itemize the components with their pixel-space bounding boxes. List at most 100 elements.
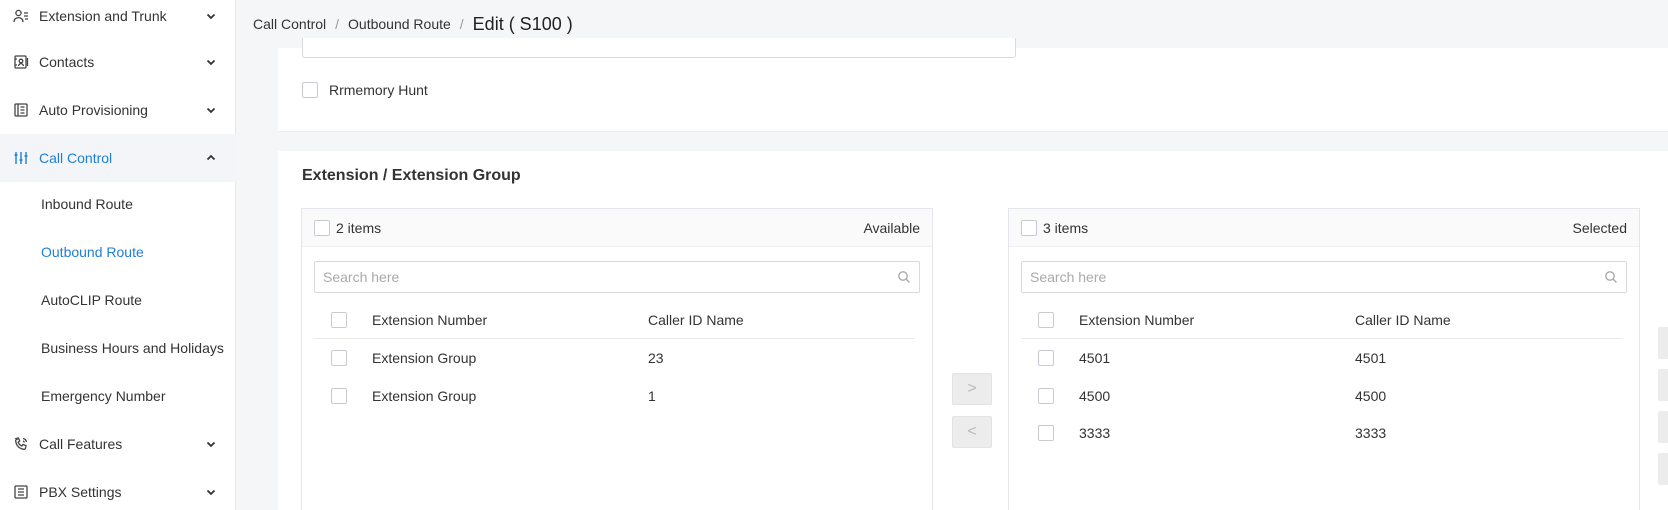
chevron-down-icon (206, 489, 216, 496)
selected-count: 3 items (1043, 219, 1089, 236)
sort-button-partial[interactable] (1658, 453, 1668, 485)
selected-label: Selected (1572, 220, 1627, 236)
row-caller-id-name: 1 (648, 388, 656, 404)
row-checkbox[interactable] (1038, 350, 1054, 366)
available-label: Available (863, 220, 920, 236)
route-settings-card: Rrmemory Hunt (278, 38, 1668, 132)
available-table-header: Extension Number Caller ID Name (314, 301, 915, 339)
search-placeholder: Search here (323, 269, 400, 285)
auto-provisioning-icon (12, 101, 30, 119)
breadcrumb-call-control[interactable]: Call Control (253, 16, 326, 32)
nav-auto-provisioning[interactable]: Auto Provisioning (0, 86, 236, 134)
selected-list-header: 3 items Selected (1009, 209, 1639, 247)
sub-item-label: Inbound Route (41, 196, 133, 212)
row-checkbox[interactable] (1038, 425, 1054, 441)
available-count: 2 items (336, 219, 382, 236)
row-extension-number: 4501 (1079, 350, 1111, 366)
row-extension-number: 4500 (1079, 388, 1111, 404)
call-control-icon (12, 149, 30, 167)
selected-header-checkbox[interactable] (1038, 312, 1054, 328)
row-caller-id-name: 23 (648, 350, 664, 366)
contacts-icon (12, 53, 30, 71)
pbx-settings-icon (12, 483, 30, 501)
row-checkbox[interactable] (331, 350, 347, 366)
rrmemory-hunt-label: Rrmemory Hunt (329, 82, 428, 98)
sort-button-partial[interactable] (1658, 411, 1668, 443)
sub-item-label: AutoCLIP Route (41, 292, 142, 308)
sub-item-label: Outbound Route (41, 244, 144, 260)
sub-item-emergency-number[interactable]: Emergency Number (0, 372, 236, 420)
sort-button-partial[interactable] (1658, 327, 1668, 359)
chevron-down-icon (206, 441, 216, 448)
selected-search-input[interactable]: Search here (1021, 261, 1627, 293)
sub-item-autoclip-route[interactable]: AutoCLIP Route (0, 276, 236, 324)
selected-list-panel: 3 items Selected Search here Extension N… (1008, 208, 1640, 510)
selected-select-all-checkbox[interactable] (1021, 219, 1037, 236)
row-extension-number: Extension Group (372, 388, 477, 404)
chevron-down-icon (206, 107, 216, 114)
section-title: Extension / Extension Group (302, 167, 521, 184)
sub-item-label: Emergency Number (41, 388, 166, 404)
nav-label: Call Control (39, 150, 113, 166)
main-content: Rrmemory Hunt Extension / Extension Grou… (236, 38, 1668, 510)
sub-item-business-hours[interactable]: Business Hours and Holidays (0, 324, 236, 372)
available-header-checkbox[interactable] (331, 312, 347, 328)
row-extension-number: 3333 (1079, 425, 1111, 441)
table-row[interactable]: Extension Group 1 (314, 377, 915, 415)
call-features-icon (12, 435, 30, 453)
chevron-right-icon: > (967, 380, 977, 397)
selected-table-header: Extension Number Caller ID Name (1021, 301, 1622, 339)
sidebar: Extension and Trunk Contacts Auto Provis… (0, 0, 236, 510)
chevron-down-icon (206, 59, 216, 66)
sub-item-label: Business Hours and Holidays (41, 340, 224, 356)
page-title: Edit ( S100 ) (472, 13, 573, 34)
nav-label: Extension and Trunk (39, 8, 167, 24)
nav-extension-and-trunk[interactable]: Extension and Trunk (0, 0, 236, 40)
nav-call-features[interactable]: Call Features (0, 420, 236, 468)
available-select-all-checkbox[interactable] (314, 219, 330, 236)
nav-label: Contacts (39, 54, 95, 70)
search-icon (1605, 271, 1617, 283)
available-search-input[interactable]: Search here (314, 261, 920, 293)
available-list-header: 2 items Available (302, 209, 932, 247)
column-extension-number: Extension Number (372, 312, 488, 328)
sort-button-partial[interactable] (1658, 369, 1668, 401)
row-checkbox[interactable] (331, 388, 347, 404)
nav-label: PBX Settings (39, 484, 122, 500)
table-row[interactable]: 3333 3333 (1021, 414, 1622, 452)
row-extension-number: Extension Group (372, 350, 477, 366)
breadcrumb-separator: / (335, 16, 340, 32)
chevron-left-icon: < (967, 423, 977, 440)
sub-item-inbound-route[interactable]: Inbound Route (0, 180, 236, 228)
sub-item-outbound-route[interactable]: Outbound Route (0, 228, 236, 276)
nav-label: Call Features (39, 436, 123, 452)
move-left-button[interactable]: < (952, 416, 992, 448)
table-row[interactable]: 4501 4501 (1021, 339, 1622, 377)
breadcrumb-outbound-route[interactable]: Outbound Route (348, 16, 451, 32)
row-caller-id-name: 4500 (1355, 388, 1387, 404)
column-extension-number: Extension Number (1079, 312, 1195, 328)
available-list-panel: 2 items Available Search here Extension … (301, 208, 933, 510)
row-checkbox[interactable] (1038, 388, 1054, 404)
rrmemory-hunt-checkbox[interactable] (302, 82, 318, 98)
search-placeholder: Search here (1030, 269, 1107, 285)
nav-pbx-settings[interactable]: PBX Settings (0, 468, 236, 510)
chevron-down-icon (206, 13, 216, 20)
nav-label: Auto Provisioning (39, 102, 148, 118)
table-row[interactable]: 4500 4500 (1021, 377, 1622, 415)
text-input-partial[interactable] (302, 38, 1016, 58)
nav-contacts[interactable]: Contacts (0, 38, 236, 86)
nav-call-control[interactable]: Call Control (0, 134, 236, 182)
search-icon (898, 271, 910, 283)
row-caller-id-name: 4501 (1355, 350, 1387, 366)
column-caller-id-name: Caller ID Name (1355, 312, 1451, 328)
column-caller-id-name: Caller ID Name (648, 312, 744, 328)
extension-trunk-icon (12, 7, 30, 25)
rrmemory-hunt-option[interactable]: Rrmemory Hunt (302, 82, 428, 98)
row-caller-id-name: 3333 (1355, 425, 1387, 441)
table-row[interactable]: Extension Group 23 (314, 339, 915, 377)
breadcrumb-separator: / (459, 16, 464, 32)
move-right-button[interactable]: > (952, 373, 992, 405)
chevron-up-icon (206, 154, 216, 161)
extension-section-card: Extension / Extension Group 2 items Avai… (278, 151, 1668, 510)
